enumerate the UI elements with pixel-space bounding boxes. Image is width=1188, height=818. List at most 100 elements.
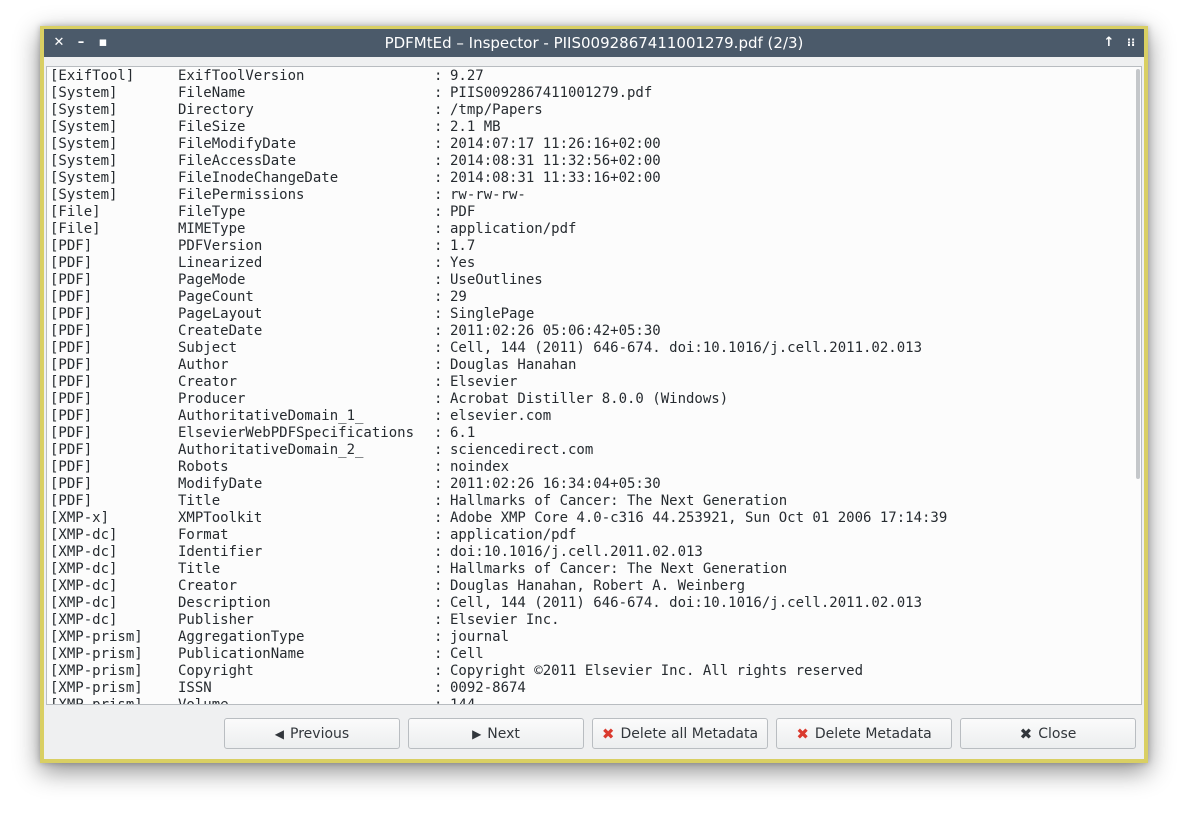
- metadata-group: [XMP-dc]: [50, 578, 118, 594]
- title-bar[interactable]: ✕ – ▪ PDFMtEd – Inspector - PIIS00928674…: [44, 29, 1144, 57]
- metadata-value: Copyright ©2011 Elsevier Inc. All rights…: [450, 663, 864, 679]
- metadata-tag: PageCount: [178, 289, 254, 305]
- metadata-value: 1.7: [450, 238, 476, 254]
- metadata-row: [PDF] PageMode: UseOutlines: [50, 272, 1130, 289]
- metadata-value: Hallmarks of Cancer: The Next Generation: [450, 561, 788, 577]
- metadata-tag: FileSize: [178, 119, 246, 135]
- metadata-value: SinglePage: [450, 306, 535, 322]
- metadata-separator: :: [434, 357, 443, 373]
- metadata-group: [PDF]: [50, 425, 93, 441]
- metadata-separator: :: [434, 493, 443, 509]
- metadata-separator: :: [434, 68, 443, 84]
- metadata-separator: :: [434, 561, 443, 577]
- metadata-group: [PDF]: [50, 323, 93, 339]
- metadata-value: UseOutlines: [450, 272, 543, 288]
- metadata-tag: FileType: [178, 204, 246, 220]
- metadata-row: [XMP-dc] Format: application/pdf: [50, 527, 1130, 544]
- metadata-separator: :: [434, 323, 443, 339]
- metadata-group: [PDF]: [50, 374, 93, 390]
- metadata-separator: :: [434, 238, 443, 254]
- metadata-separator: :: [434, 85, 443, 101]
- metadata-separator: :: [434, 459, 443, 475]
- metadata-tag: Title: [178, 561, 221, 577]
- metadata-separator: :: [434, 221, 443, 237]
- metadata-group: [XMP-dc]: [50, 595, 118, 611]
- metadata-value: 9.27: [450, 68, 484, 84]
- metadata-group: [PDF]: [50, 340, 93, 356]
- metadata-group: [XMP-prism]: [50, 697, 143, 705]
- metadata-group: [PDF]: [50, 238, 93, 254]
- metadata-row: [ExifTool] ExifToolVersion:9.27: [50, 68, 1130, 85]
- metadata-row: [XMP-prism] ISSN:0092-8674: [50, 680, 1130, 697]
- next-button[interactable]: ▶ Next: [408, 718, 584, 749]
- metadata-value: doi:10.1016/j.cell.2011.02.013: [450, 544, 703, 560]
- metadata-value: 2014:07:17 11:26:16+02:00: [450, 136, 661, 152]
- metadata-separator: :: [434, 425, 443, 441]
- close-button[interactable]: ✖ Close: [960, 718, 1136, 749]
- metadata-group: [PDF]: [50, 391, 93, 407]
- next-label: Next: [487, 725, 520, 742]
- close-icon: ✖: [1019, 724, 1033, 743]
- metadata-group: [System]: [50, 136, 118, 152]
- metadata-tag: Format: [178, 527, 229, 543]
- metadata-tag: PageMode: [178, 272, 246, 288]
- metadata-row: [PDF] AuthoritativeDomain_1_: elsevier.com: [50, 408, 1130, 425]
- metadata-group: [PDF]: [50, 459, 93, 475]
- metadata-tag: Producer: [178, 391, 246, 407]
- metadata-tag: Subject: [178, 340, 238, 356]
- metadata-row: [PDF] PageLayout: SinglePage: [50, 306, 1130, 323]
- metadata-value: Cell, 144 (2011) 646-674. doi:10.1016/j.…: [450, 340, 923, 356]
- metadata-separator: :: [434, 578, 443, 594]
- metadata-group: [XMP-dc]: [50, 612, 118, 628]
- metadata-group: [XMP-x]: [50, 510, 110, 526]
- metadata-group: [PDF]: [50, 408, 93, 424]
- metadata-separator: :: [434, 595, 443, 611]
- metadata-group: [PDF]: [50, 493, 93, 509]
- metadata-row: [XMP-x] XMPToolkit: Adobe XMP Core 4.0-c31…: [50, 510, 1130, 527]
- metadata-tag: Directory: [178, 102, 254, 118]
- metadata-value: 2011:02:26 16:34:04+05:30: [450, 476, 661, 492]
- metadata-value: 2014:08:31 11:33:16+02:00: [450, 170, 661, 186]
- delete-metadata-button[interactable]: ✖ Delete Metadata: [776, 718, 952, 749]
- delete-all-metadata-button[interactable]: ✖ Delete all Metadata: [592, 718, 768, 749]
- metadata-value: Acrobat Distiller 8.0.0 (Windows): [450, 391, 729, 407]
- metadata-tag: ElsevierWebPDFSpecifications: [178, 425, 415, 441]
- metadata-row: [PDF] Producer: Acrobat Distiller 8.0.0 (W…: [50, 391, 1130, 408]
- metadata-text-view[interactable]: [ExifTool] ExifToolVersion:9.27 [System] Fi…: [46, 66, 1142, 705]
- metadata-tag: AuthoritativeDomain_1_: [178, 408, 364, 424]
- metadata-value: 2011:02:26 05:06:42+05:30: [450, 323, 661, 339]
- metadata-tag: PageLayout: [178, 306, 263, 322]
- scrollbar[interactable]: [1136, 69, 1140, 479]
- metadata-value: Yes: [450, 255, 476, 271]
- metadata-row: [System] FileInodeChangeDate:2014:08:31 1…: [50, 170, 1130, 187]
- metadata-value: 2014:08:31 11:32:56+02:00: [450, 153, 661, 169]
- metadata-group: [PDF]: [50, 476, 93, 492]
- metadata-separator: :: [434, 476, 443, 492]
- metadata-value: Cell, 144 (2011) 646-674. doi:10.1016/j.…: [450, 595, 923, 611]
- metadata-group: [PDF]: [50, 442, 93, 458]
- delete-all-metadata-label: Delete all Metadata: [620, 725, 759, 742]
- metadata-tag: ModifyDate: [178, 476, 263, 492]
- metadata-group: [ExifTool]: [50, 68, 135, 84]
- metadata-separator: :: [434, 680, 443, 696]
- metadata-value: 29: [450, 289, 467, 305]
- metadata-value: sciencedirect.com: [450, 442, 594, 458]
- metadata-tag: FileModifyDate: [178, 136, 297, 152]
- previous-button[interactable]: ◀ Previous: [224, 718, 400, 749]
- close-label: Close: [1038, 725, 1077, 742]
- window-menu-icon[interactable]: ⁝⁝: [1120, 29, 1142, 57]
- metadata-group: [XMP-dc]: [50, 544, 118, 560]
- metadata-separator: :: [434, 136, 443, 152]
- previous-label: Previous: [290, 725, 350, 742]
- metadata-separator: :: [434, 697, 443, 705]
- metadata-row: [XMP-dc] Identifier: doi:10.1016/j.cell.20…: [50, 544, 1130, 561]
- metadata-group: [XMP-prism]: [50, 629, 143, 645]
- metadata-separator: :: [434, 646, 443, 662]
- metadata-separator: :: [434, 119, 443, 135]
- keep-above-icon[interactable]: ↑: [1098, 29, 1120, 57]
- arrow-right-icon: ▶: [472, 726, 482, 741]
- metadata-group: [XMP-prism]: [50, 680, 143, 696]
- metadata-separator: :: [434, 391, 443, 407]
- metadata-separator: :: [434, 153, 443, 169]
- metadata-tag: Creator: [178, 374, 238, 390]
